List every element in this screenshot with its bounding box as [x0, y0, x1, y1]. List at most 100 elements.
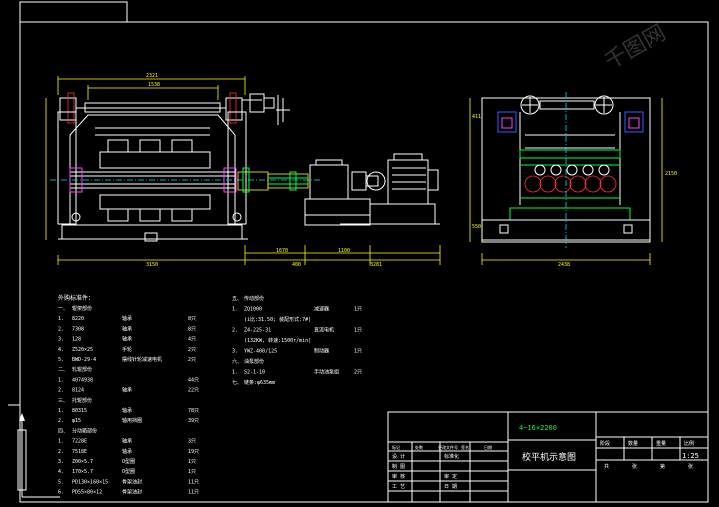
note-type: O型圈	[122, 458, 135, 465]
note-type: 手轮	[122, 346, 132, 353]
tb-mid-label: 标准化	[444, 453, 459, 460]
note-num: 1.	[58, 408, 64, 414]
dim-side-bottom: 2438	[558, 262, 570, 268]
tb-sheet-cell: 张	[688, 463, 693, 470]
tb-header-cell: 数量	[628, 440, 638, 447]
note-num: 五、	[232, 296, 242, 302]
note-qty: 3只	[188, 439, 196, 445]
note-qty: 11只	[188, 490, 199, 496]
note-type: 手动油泵组	[314, 369, 339, 376]
note-name: (i比:31.50; 装配形式:7#)	[244, 316, 311, 323]
note-num: 四、	[58, 428, 68, 434]
note-num: 6.	[58, 490, 64, 496]
note-num: 2.	[58, 326, 64, 332]
note-qty: 1只	[188, 459, 196, 465]
tb-mid-label: 审 定	[444, 473, 457, 480]
note-name: 链条:φ635mm	[244, 379, 275, 386]
note-type: 摆线针轮减速电机	[122, 356, 162, 363]
title-block: 4~16×2200 校平机示意图 1:25 设 计制 图审 核工 艺 标准化审 定…	[387, 411, 709, 503]
note-type: 直流电机	[314, 327, 334, 334]
note-qty: 2只	[354, 370, 362, 376]
note-num: 2.	[232, 328, 238, 334]
note-type: 轴承	[122, 438, 132, 445]
note-type: 轴承	[122, 387, 132, 394]
note-name: S2-1-10	[244, 370, 265, 376]
note-num: 3.	[58, 337, 64, 343]
watermark: 千图网	[601, 21, 671, 76]
note-qty: 1只	[354, 307, 362, 313]
ucs-icon	[17, 413, 60, 498]
note-name: PD55×80×12	[72, 490, 102, 496]
note-name: 8124	[72, 388, 84, 394]
note-qty: 1只	[188, 469, 196, 475]
drawing-border	[19, 21, 709, 503]
note-name: 7518E	[72, 449, 87, 455]
note-qty: 4只	[188, 337, 196, 343]
note-num: 4.	[58, 347, 64, 353]
note-name: BWD-29-4	[72, 357, 96, 363]
tb-sheet-cell: 共	[604, 463, 609, 470]
note-qty: 22只	[188, 388, 199, 394]
tb-drawing-name: 校平机示意图	[522, 451, 576, 463]
note-type: 轴承	[122, 336, 132, 343]
note-type: 骨架油封	[122, 489, 142, 496]
note-type: 轴用挡圈	[122, 417, 142, 424]
note-qty: 2只	[188, 357, 196, 363]
note-qty: 78只	[188, 408, 199, 414]
note-num: 1.	[58, 439, 64, 445]
note-qty: 8只	[188, 326, 196, 332]
notes-title: 外购标准件：	[58, 294, 94, 302]
note-type: 减速器	[314, 306, 329, 313]
note-type: 骨架油封	[122, 478, 142, 485]
note-name: 传动部份	[244, 295, 264, 302]
note-name: 170×5.7	[72, 469, 93, 475]
note-name: PD130×160×15	[72, 479, 108, 485]
cad-drawing: 2321 1538 3150 1670 400 1100 3281 2438 2…	[0, 0, 719, 507]
parts-notes: 外购标准件： 一、 辊架部份 1. 8220 轴承 8只 2. 7308 轴承 8只 3. 128 轴承…	[58, 294, 362, 496]
tb-top-cell: 处数	[415, 444, 423, 450]
note-num: 2.	[58, 418, 64, 424]
top-left-label-box	[19, 1, 128, 22]
tb-sheet-cell: 张	[632, 463, 637, 470]
dim-side-height: 2150	[665, 171, 677, 177]
note-name: 7308	[72, 326, 84, 332]
tb-sheet-cell: 第	[660, 463, 665, 470]
note-num: 3.	[58, 459, 64, 465]
note-name: Z520×25	[72, 347, 93, 353]
note-name: 油泵部份	[244, 358, 264, 365]
note-name: 8220	[72, 316, 84, 322]
dim-front-top-inner: 1538	[148, 82, 160, 88]
note-num: 六、	[232, 358, 242, 365]
note-name: 辊架部份	[72, 305, 92, 312]
dim-front-top-total: 2321	[146, 73, 158, 79]
tb-row-label: 审 核	[392, 473, 405, 480]
note-type: 轴承	[122, 407, 132, 414]
tb-spec: 4~16×2200	[519, 424, 557, 432]
note-type: 轴承	[122, 448, 132, 455]
note-type: 制动器	[314, 348, 329, 355]
note-name: (132KW, 转速:1500r/min)	[244, 337, 311, 344]
note-num: 1.	[232, 307, 238, 313]
tb-scale: 1:25	[682, 452, 699, 460]
tb-mid-label: 日 期	[444, 484, 457, 490]
note-num: 2.	[58, 449, 64, 455]
tb-top-cell: 签名	[461, 444, 469, 450]
dim-front-bottom-c: 1100	[338, 248, 350, 254]
note-name: ZQ1000	[244, 307, 262, 313]
tb-row-label: 工 艺	[392, 484, 405, 490]
tb-row-label: 设 计	[392, 453, 405, 460]
note-num: 3.	[232, 349, 238, 355]
note-qty: 39只	[188, 418, 199, 424]
note-num: 三、	[58, 398, 68, 404]
note-qty: 11只	[188, 479, 199, 485]
dim-front-bottom-d: 3281	[370, 262, 382, 268]
note-num: 七、	[232, 379, 242, 386]
note-num: 4.	[58, 469, 64, 475]
dim-side-left-a: 411	[472, 114, 481, 120]
dim-side-left-b: 550	[472, 224, 481, 230]
note-name: Z00×5.7	[72, 459, 93, 465]
note-name: 4074938	[72, 377, 93, 383]
tb-top-cell: 标记	[392, 444, 400, 450]
note-name: 分动箱部份	[72, 427, 97, 434]
note-num: 1.	[58, 316, 64, 322]
